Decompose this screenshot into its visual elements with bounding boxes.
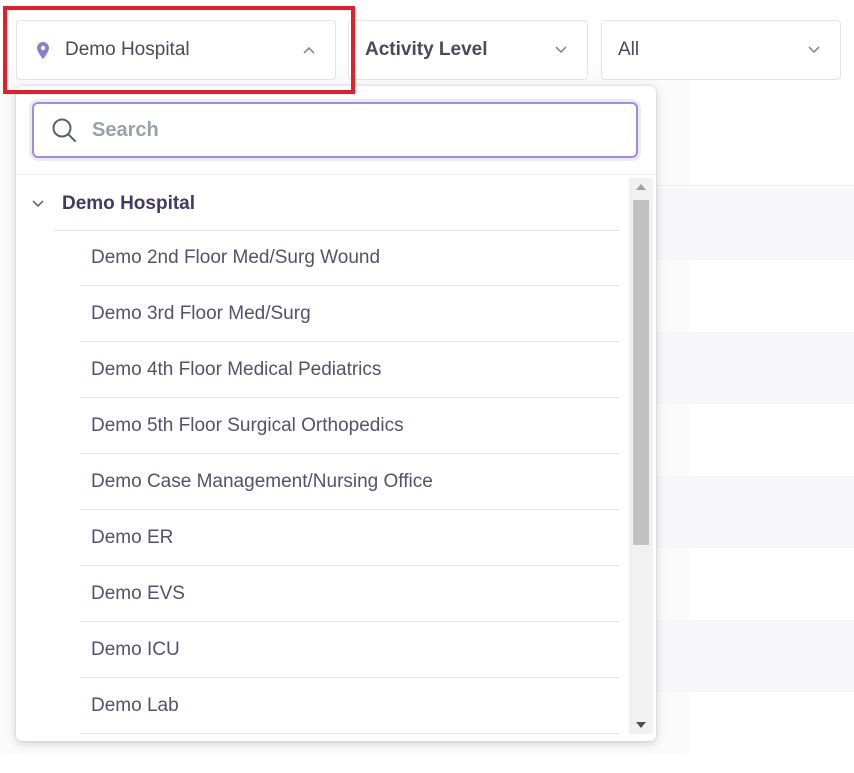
- search-icon: [50, 116, 78, 144]
- chevron-down-icon[interactable]: [802, 38, 826, 62]
- background-row: [640, 476, 854, 548]
- list-item[interactable]: Demo 3rd Floor Med/Surg: [80, 287, 620, 342]
- background-row-divider: [640, 185, 854, 186]
- chevron-up-icon[interactable]: [297, 38, 321, 62]
- list-item[interactable]: Demo 4th Floor Medical Pediatrics: [80, 343, 620, 398]
- list-item[interactable]: Demo 5th Floor Surgical Orthopedics: [80, 399, 620, 454]
- background-row: [640, 188, 854, 260]
- location-tree-list: Demo Hospital Demo 2nd Floor Med/Surg Wo…: [16, 178, 626, 741]
- scrollbar-thumb[interactable]: [633, 200, 649, 545]
- scroll-up-arrow-icon[interactable]: [629, 178, 653, 196]
- scrollbar[interactable]: [629, 178, 653, 734]
- chevron-down-icon[interactable]: [549, 38, 573, 62]
- status-filter-select[interactable]: All: [601, 20, 841, 80]
- status-filter-label: All: [618, 39, 640, 60]
- divider: [16, 174, 656, 175]
- tree-group-demo-hospital[interactable]: Demo Hospital: [16, 178, 626, 230]
- chevron-down-icon[interactable]: [28, 194, 48, 214]
- search-input[interactable]: [92, 110, 636, 150]
- map-pin-icon: [35, 40, 51, 60]
- search-box[interactable]: [32, 102, 638, 158]
- background-row: [640, 620, 854, 692]
- list-item[interactable]: Demo 2nd Floor Med/Surg Wound: [80, 231, 620, 286]
- page: Demo Hospital Activity Level All Search …: [0, 0, 854, 773]
- scroll-down-arrow-icon[interactable]: [629, 716, 653, 734]
- list-item[interactable]: Demo EVS: [80, 567, 620, 622]
- background-row: [640, 332, 854, 404]
- list-item[interactable]: Demo Case Management/Nursing Office: [80, 455, 620, 510]
- location-filter-select[interactable]: Demo Hospital: [16, 20, 336, 80]
- activity-level-filter-label: Activity Level: [365, 39, 488, 60]
- activity-level-filter-select[interactable]: Activity Level: [348, 20, 588, 80]
- location-dropdown-panel: Demo Hospital Demo 2nd Floor Med/Surg Wo…: [16, 86, 656, 741]
- location-filter-label: Demo Hospital: [65, 39, 190, 60]
- list-item[interactable]: Demo Lab: [80, 679, 620, 734]
- list-item[interactable]: Demo ICU: [80, 623, 620, 678]
- list-item[interactable]: Demo ER: [80, 511, 620, 566]
- tree-group-label: Demo Hospital: [62, 193, 196, 214]
